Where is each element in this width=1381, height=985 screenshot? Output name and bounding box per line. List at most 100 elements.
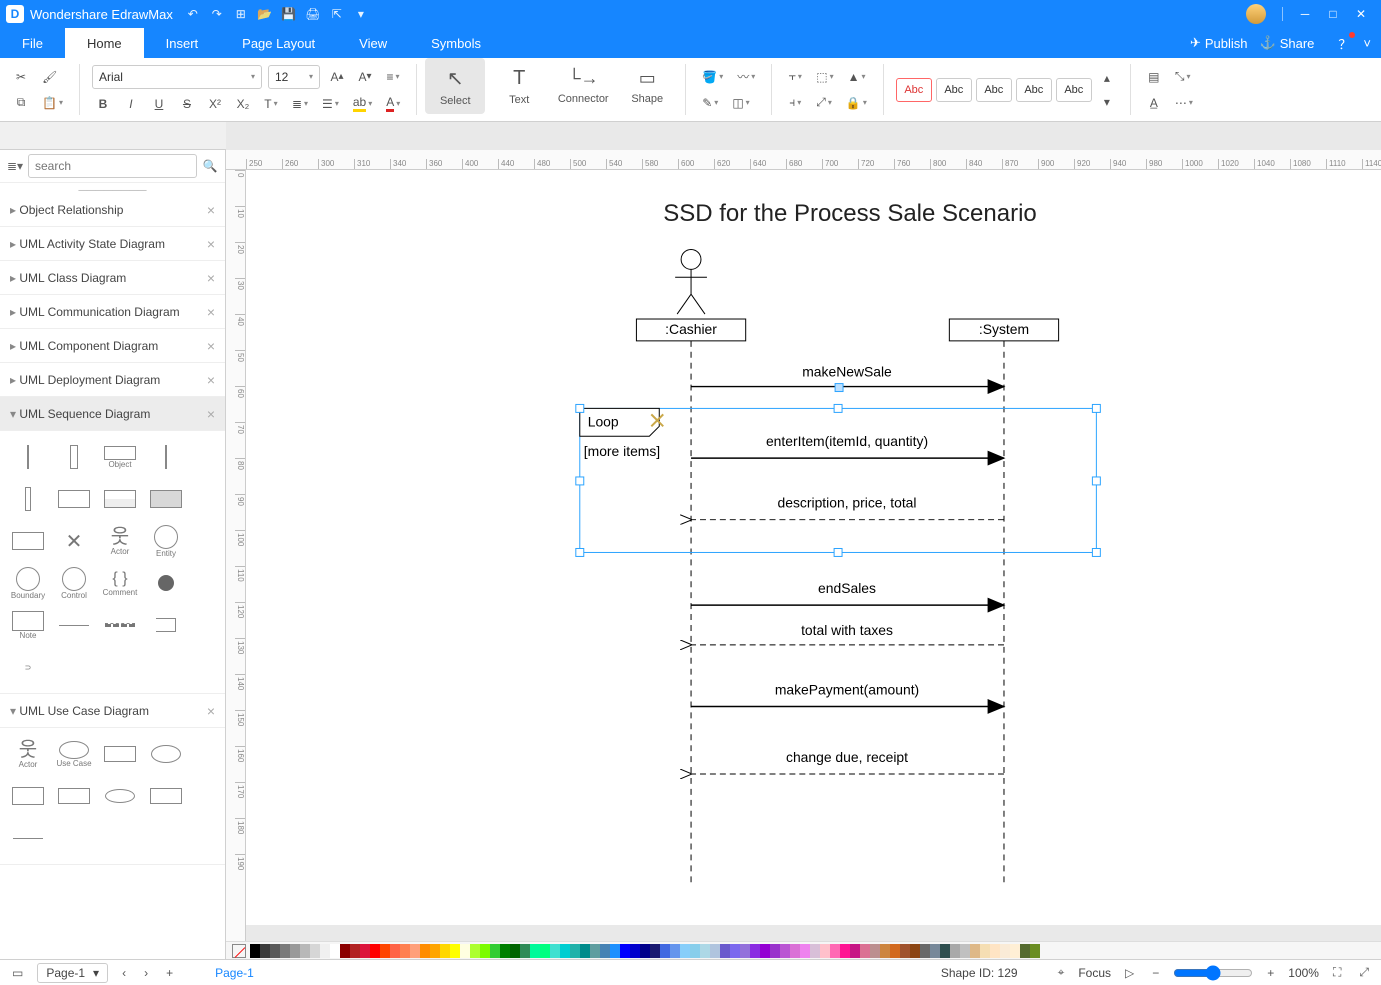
color-swatch[interactable] xyxy=(330,944,340,958)
user-avatar[interactable] xyxy=(1246,4,1266,24)
color-swatch[interactable] xyxy=(320,944,330,958)
shape-comment[interactable]: { }Comment xyxy=(100,565,140,601)
color-swatch[interactable] xyxy=(660,944,670,958)
tab-file[interactable]: File xyxy=(0,28,65,58)
shape-uc-line[interactable] xyxy=(8,820,48,856)
color-swatch[interactable] xyxy=(570,944,580,958)
shape-activation[interactable] xyxy=(54,439,94,475)
color-swatch[interactable] xyxy=(260,944,270,958)
color-swatch[interactable] xyxy=(390,944,400,958)
color-swatch[interactable] xyxy=(1020,944,1030,958)
color-swatch[interactable] xyxy=(510,944,520,958)
shape-uc-ellipse2[interactable] xyxy=(100,778,140,814)
spacing-button[interactable]: ≣▾ xyxy=(288,93,312,115)
color-swatch[interactable] xyxy=(790,944,800,958)
color-swatch[interactable] xyxy=(270,944,280,958)
style-preset-2[interactable]: Abc xyxy=(936,78,972,102)
prev-page-button[interactable]: ‹ xyxy=(118,966,130,980)
color-swatch[interactable] xyxy=(990,944,1000,958)
line-style-button[interactable]: 〰▾ xyxy=(733,66,759,88)
close-section-icon[interactable]: × xyxy=(207,202,215,218)
color-swatch[interactable] xyxy=(620,944,630,958)
color-swatch[interactable] xyxy=(850,944,860,958)
close-section-icon[interactable]: × xyxy=(207,703,215,719)
format-painter-button[interactable]: 🖌 xyxy=(38,66,61,88)
color-swatch[interactable] xyxy=(840,944,850,958)
color-swatch[interactable] xyxy=(460,944,470,958)
italic-button[interactable]: I xyxy=(120,93,142,115)
save-icon[interactable]: 💾 xyxy=(281,6,297,22)
new-icon[interactable]: ⊞ xyxy=(233,6,249,22)
section-component[interactable]: ▸ UML Component Diagram× xyxy=(0,329,225,363)
library-menu-icon[interactable]: ≣▾ xyxy=(6,159,24,173)
window-maximize[interactable]: □ xyxy=(1319,0,1347,28)
qat-more-icon[interactable]: ▾ xyxy=(353,6,369,22)
color-swatch[interactable] xyxy=(920,944,930,958)
shape-uc-actor[interactable]: 웃Actor xyxy=(8,736,48,772)
section-class[interactable]: ▸ UML Class Diagram× xyxy=(0,261,225,295)
section-activity[interactable]: ▸ UML Activity State Diagram× xyxy=(0,227,225,261)
zoom-out-button[interactable]: − xyxy=(1148,966,1163,980)
shape-uc-note[interactable] xyxy=(146,778,186,814)
color-swatch[interactable] xyxy=(690,944,700,958)
color-swatch[interactable] xyxy=(360,944,370,958)
open-icon[interactable]: 📂 xyxy=(257,6,273,22)
color-swatch[interactable] xyxy=(970,944,980,958)
list-button[interactable]: ☰▾ xyxy=(318,93,343,115)
color-swatch[interactable] xyxy=(890,944,900,958)
highlight-button[interactable]: ab▾ xyxy=(349,93,376,115)
fill-color-button[interactable]: 🪣▾ xyxy=(698,66,727,88)
strike-button[interactable]: S xyxy=(176,93,198,115)
color-swatch[interactable] xyxy=(370,944,380,958)
shape-actor[interactable]: 웃Actor xyxy=(100,523,140,559)
shape-uc-box1[interactable] xyxy=(100,736,140,772)
help-button[interactable]: ？ xyxy=(1338,34,1351,53)
color-swatch[interactable] xyxy=(520,944,530,958)
section-communication[interactable]: ▸ UML Communication Diagram× xyxy=(0,295,225,329)
paste-button[interactable]: 📋▾ xyxy=(38,92,67,114)
font-color-button[interactable]: A▾ xyxy=(382,93,404,115)
color-swatch[interactable] xyxy=(880,944,890,958)
align-menu[interactable]: ≡▾ xyxy=(382,66,404,88)
group-button[interactable]: ⬚▾ xyxy=(812,66,837,88)
color-swatch[interactable] xyxy=(900,944,910,958)
align-objects-button[interactable]: ⫟▾ xyxy=(784,66,806,88)
color-swatch[interactable] xyxy=(1030,944,1040,958)
select-tool[interactable]: ↖ Select xyxy=(425,58,485,114)
color-swatch[interactable] xyxy=(610,944,620,958)
shape-self[interactable] xyxy=(146,607,186,643)
style-preset-5[interactable]: Abc xyxy=(1056,78,1092,102)
color-swatch[interactable] xyxy=(760,944,770,958)
window-minimize[interactable]: ─ xyxy=(1291,0,1319,28)
shape-uc-box2[interactable] xyxy=(54,778,94,814)
loop-frame-selection[interactable] xyxy=(580,408,1097,552)
color-swatch[interactable] xyxy=(1000,944,1010,958)
connector-tool[interactable]: └→ Connector xyxy=(553,58,613,114)
zoom-in-button[interactable]: + xyxy=(1263,966,1278,980)
color-swatch[interactable] xyxy=(910,944,920,958)
color-swatch[interactable] xyxy=(980,944,990,958)
color-swatch[interactable] xyxy=(650,944,660,958)
shape-usecase[interactable]: Use Case xyxy=(54,736,94,772)
color-swatch[interactable] xyxy=(1010,944,1020,958)
tab-home[interactable]: Home xyxy=(65,28,144,58)
add-page-button[interactable]: + xyxy=(162,966,177,980)
focus-target-icon[interactable]: ⌖ xyxy=(1054,965,1069,980)
color-swatch[interactable] xyxy=(930,944,940,958)
shadow-button[interactable]: ◫▾ xyxy=(728,92,753,114)
more-button[interactable]: ⋯▾ xyxy=(1171,92,1197,114)
color-swatch[interactable] xyxy=(400,944,410,958)
active-page-tab[interactable]: Page-1 xyxy=(209,966,260,980)
publish-button[interactable]: ✈Publish xyxy=(1190,35,1248,51)
color-swatch[interactable] xyxy=(540,944,550,958)
print-icon[interactable]: 🖨 xyxy=(305,6,321,22)
shape-boundary[interactable]: Boundary xyxy=(8,565,48,601)
libraries-scroll[interactable]: ──────── ▸ Object Relationship× ▸ UML Ac… xyxy=(0,183,225,959)
shape-final[interactable] xyxy=(146,565,186,601)
text-style-button[interactable]: A̲ xyxy=(1143,92,1165,114)
no-fill-swatch[interactable] xyxy=(232,944,246,958)
color-swatch[interactable] xyxy=(680,944,690,958)
section-deployment[interactable]: ▸ UML Deployment Diagram× xyxy=(0,363,225,397)
color-swatch[interactable] xyxy=(860,944,870,958)
font-size-select[interactable]: 12▾ xyxy=(268,65,320,89)
